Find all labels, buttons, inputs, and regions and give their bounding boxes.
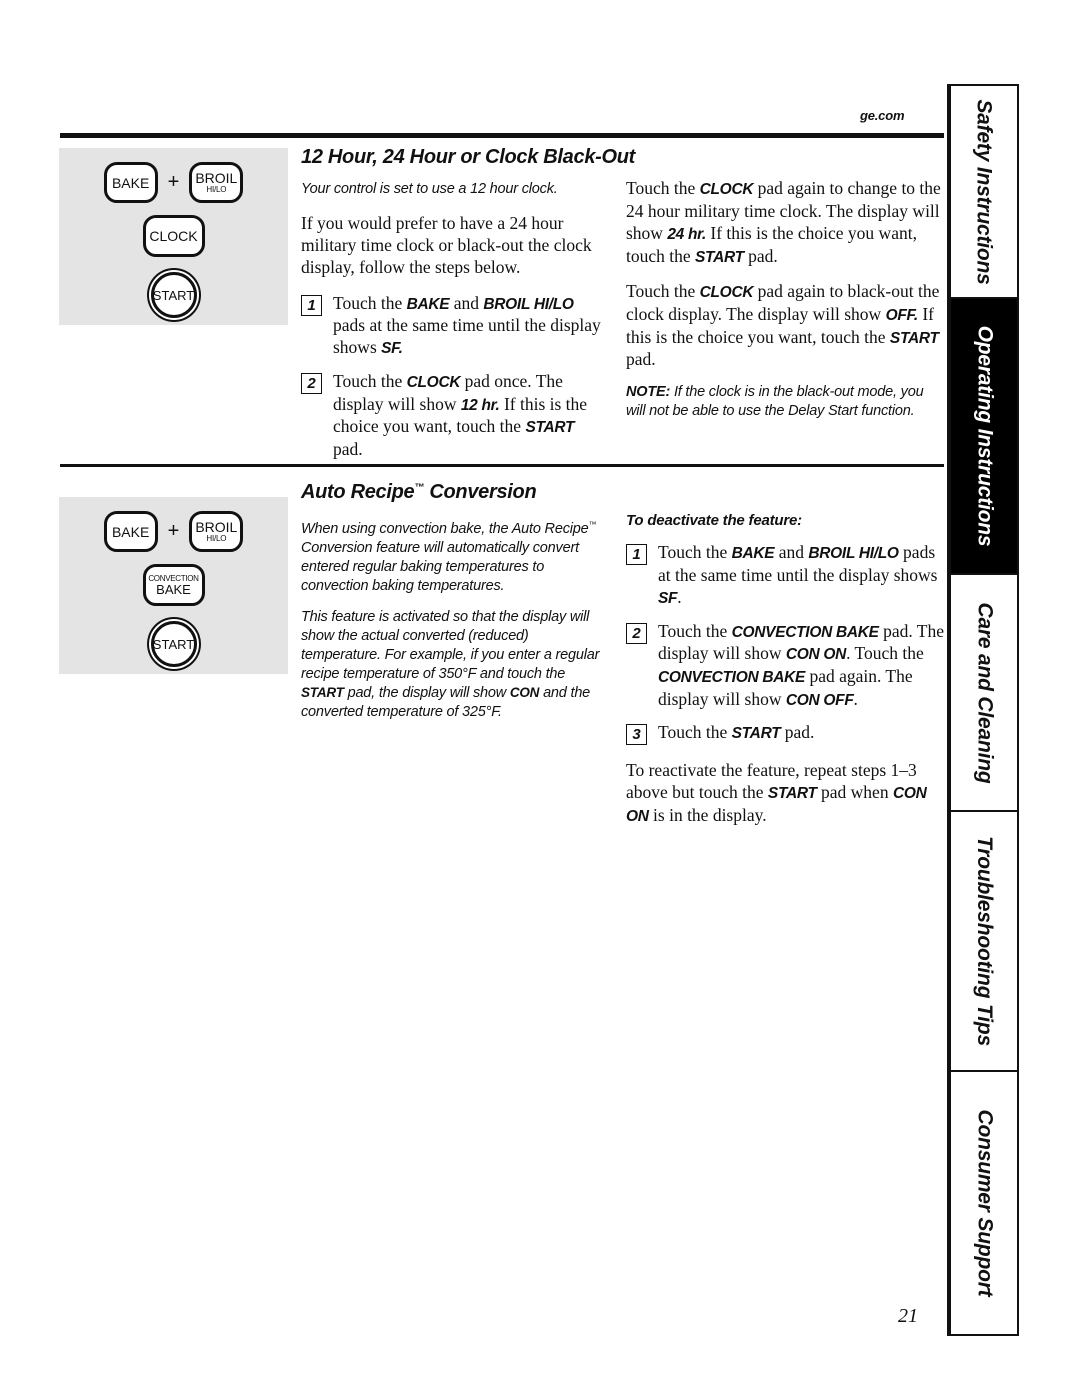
sidebar-tab-care-and-cleaning[interactable]: Care and Cleaning xyxy=(949,575,1019,812)
clock-key: CLOCK xyxy=(142,215,205,257)
heading-tail: Conversion xyxy=(424,481,537,503)
sidebar-tab-label: Safety Instructions xyxy=(973,98,996,285)
broil-key-sublabel: HI/LO xyxy=(206,534,227,543)
heading-base: Auto Recipe xyxy=(301,481,415,503)
step-text: Touch the CONVECTION BAKE pad. The displ… xyxy=(658,620,944,709)
step-text: Touch the BAKE and BROIL HI/LO pads at t… xyxy=(658,542,938,607)
section1-note: NOTE: If the clock is in the black-out m… xyxy=(626,383,944,421)
content-area: BAKE + BROIL HI/LO CLOCK START 12 Hour, … xyxy=(0,0,947,1397)
convection-key-label: BAKE xyxy=(156,581,191,597)
sidebar-tab-label: Care and Cleaning xyxy=(973,602,997,783)
section1-right-para-2: Touch the CLOCK pad again to black-out t… xyxy=(626,281,940,370)
section2-para-1: When using convection bake, the Auto Rec… xyxy=(301,520,597,594)
sidebar-tab-label: Operating Instructions xyxy=(973,325,997,547)
keypad-diagram-clock: BAKE + BROIL HI/LO CLOCK START xyxy=(59,148,288,325)
step-number: 2 xyxy=(626,622,647,644)
convection-bake-key: CONVECTION BAKE xyxy=(142,564,205,606)
sidebar-tab-troubleshooting-tips[interactable]: Troubleshooting Tips xyxy=(949,812,1019,1072)
step-item: 1 Touch the BAKE and BROIL HI/LO pads at… xyxy=(626,541,944,609)
keypad-row-2: CONVECTION BAKE xyxy=(59,564,288,606)
broil-key-sublabel: HI/LO xyxy=(206,185,227,194)
keypad-row-3: START xyxy=(59,621,288,667)
bake-key: BAKE xyxy=(103,511,158,552)
section1-column-right: Touch the CLOCK pad again to change to t… xyxy=(626,177,944,434)
section2-para-2: This feature is activated so that the di… xyxy=(301,609,600,720)
section2-column-left: When using convection bake, the Auto Rec… xyxy=(301,520,605,734)
keypad-diagram-convection: BAKE + BROIL HI/LO CONVECTION BAKE START xyxy=(59,497,288,674)
step-number: 1 xyxy=(301,294,322,316)
step-text: Touch the BAKE and BROIL HI/LO pads at t… xyxy=(333,292,601,358)
bake-key: BAKE xyxy=(103,162,158,203)
keypad-row-2: CLOCK xyxy=(59,215,288,257)
note-text: If the clock is in the black-out mode, y… xyxy=(626,384,924,420)
trademark-icon: ™ xyxy=(588,520,597,530)
section2-reactivate: To reactivate the feature, repeat steps … xyxy=(626,760,927,826)
start-key: START xyxy=(150,621,197,667)
deactivate-heading: To deactivate the feature: xyxy=(626,512,802,529)
note-label: NOTE: xyxy=(626,384,671,401)
section-heading-clock: 12 Hour, 24 Hour or Clock Black-Out xyxy=(301,146,636,168)
keypad-row-1: BAKE + BROIL HI/LO xyxy=(59,511,288,552)
section1-right-para-1: Touch the CLOCK pad again to change to t… xyxy=(626,178,941,266)
section-heading-auto-recipe: Auto Recipe™ Conversion xyxy=(301,481,537,504)
step-item: 1 Touch the BAKE and BROIL HI/LO pads at… xyxy=(301,292,605,360)
step-text: Touch the START pad. xyxy=(658,722,815,743)
broil-key-label: BROIL xyxy=(195,170,238,186)
start-key-label: START xyxy=(152,636,195,652)
keypad-row-3: START xyxy=(59,272,288,318)
sidebar-tab-consumer-support[interactable]: Consumer Support xyxy=(949,1072,1019,1336)
sidebar-tab-safety-instructions[interactable]: Safety Instructions xyxy=(949,84,1019,299)
start-key-label: START xyxy=(152,287,195,303)
plus-operator-icon: + xyxy=(167,520,180,542)
trademark-icon: ™ xyxy=(414,482,425,494)
sidebar-tab-label: Consumer Support xyxy=(973,1109,997,1297)
section2-column-right: To deactivate the feature: 1 Touch the B… xyxy=(626,512,944,840)
start-key: START xyxy=(150,272,197,318)
step-item: 3 Touch the START pad. xyxy=(626,721,944,746)
section1-lead: Your control is set to use a 12 hour clo… xyxy=(301,181,558,197)
bake-key-label: BAKE xyxy=(111,523,150,540)
step-number: 3 xyxy=(626,724,647,746)
plus-operator-icon: + xyxy=(167,171,180,193)
section1-intro: If you would prefer to have a 24 hour mi… xyxy=(301,212,592,278)
manual-page: ge.com BAKE + BROIL HI/LO CLOCK START 12… xyxy=(0,0,1080,1397)
step-text: Touch the CLOCK pad once. The display wi… xyxy=(333,371,588,460)
step-item: 2 Touch the CLOCK pad once. The display … xyxy=(301,370,605,460)
page-number: 21 xyxy=(898,1305,918,1327)
sidebar-tabs: Safety Instructions Operating Instructio… xyxy=(949,84,1019,1336)
clock-key-label: CLOCK xyxy=(149,228,198,244)
keypad-row-1: BAKE + BROIL HI/LO xyxy=(59,162,288,203)
section1-column-left: Your control is set to use a 12 hour clo… xyxy=(301,180,605,471)
broil-hilo-key: BROIL HI/LO xyxy=(189,511,244,552)
step-number: 1 xyxy=(626,544,647,565)
step-number: 2 xyxy=(301,373,322,395)
broil-key-label: BROIL xyxy=(195,519,238,535)
step-item: 2 Touch the CONVECTION BAKE pad. The dis… xyxy=(626,620,944,711)
bake-key-label: BAKE xyxy=(111,174,150,191)
sidebar-tab-operating-instructions[interactable]: Operating Instructions xyxy=(949,299,1019,575)
sidebar-tab-label: Troubleshooting Tips xyxy=(973,836,997,1046)
broil-hilo-key: BROIL HI/LO xyxy=(189,162,244,203)
